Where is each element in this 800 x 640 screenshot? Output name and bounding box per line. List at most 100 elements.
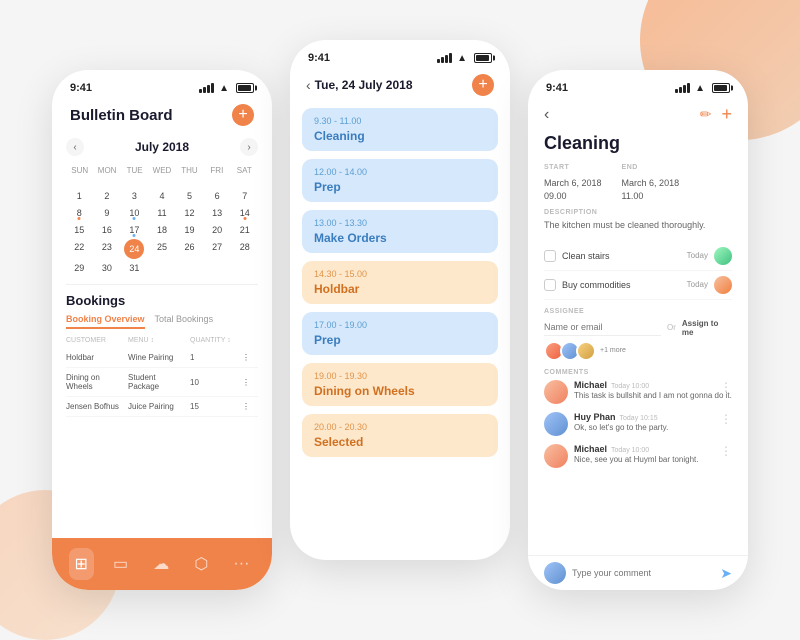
battery-2 <box>474 53 492 63</box>
assignee-avatar-1 <box>714 247 732 265</box>
list-item[interactable]: 19.00 - 19.30 Dining on Wheels <box>302 363 498 406</box>
battery-icon-1 <box>236 83 254 93</box>
comment-avatar-michael1 <box>544 380 568 404</box>
end-time: 11.00 <box>622 191 680 201</box>
bottom-nav: ⊞ ▭ ☁ ⬡ ··· <box>52 538 272 590</box>
schedule-list: 9.30 - 11.00 Cleaning 12.00 - 14.00 Prep… <box>290 108 510 457</box>
calendar-prev-button[interactable]: ‹ <box>66 138 84 156</box>
start-time: 09.00 <box>544 191 602 201</box>
signal-bar-2 <box>203 87 206 93</box>
nav-more-icon[interactable]: ··· <box>227 549 255 579</box>
time-2: 9:41 <box>308 52 330 64</box>
detail-back-button[interactable]: ‹ <box>544 106 549 124</box>
calendar-days: 1 2 3 4 5 6 7 8 9 10 11 12 13 14 15 <box>66 181 258 276</box>
list-item[interactable]: 17.00 - 19.00 Prep <box>302 312 498 355</box>
comment-avatar-huy <box>544 412 568 436</box>
status-bar-3: 9:41 ▲ <box>528 70 748 100</box>
booking-table-header: CUSTOMER MENU ↕ QUANTITY ↕ <box>66 337 258 344</box>
detail-meta: START March 6, 2018 09.00 END March 6, 2… <box>544 164 732 201</box>
detail-header: ‹ ✏ + <box>528 100 748 133</box>
status-icons-3: ▲ <box>675 83 730 94</box>
comment-item: Michael Today 10:00 Nice, see you at Huy… <box>544 444 732 468</box>
checklist-item: Buy commodities Today <box>544 271 732 300</box>
calendar-month: July 2018 <box>135 140 189 154</box>
nav-home-icon[interactable]: ⊞ <box>69 548 94 580</box>
task-title: Cleaning <box>544 133 732 154</box>
status-bar-1: 9:41 ▲ <box>52 70 272 100</box>
checkbox-clean-stairs[interactable] <box>544 250 556 262</box>
signal-bar-1 <box>199 89 202 93</box>
calendar-next-button[interactable]: › <box>240 138 258 156</box>
table-row: Dining on Wheels Student Package 10 ⋮ <box>66 368 258 397</box>
list-item[interactable]: 14.30 - 15.00 Holdbar <box>302 261 498 304</box>
schedule-back-button[interactable]: ‹ <box>306 77 311 93</box>
start-label: START <box>544 164 602 171</box>
nav-monitor-icon[interactable]: ▭ <box>107 548 134 580</box>
end-date-group: END March 6, 2018 11.00 <box>622 164 680 201</box>
bulletin-add-button[interactable]: + <box>232 104 254 126</box>
comment-menu-2[interactable]: ⋮ <box>720 412 732 426</box>
tab-total-bookings[interactable]: Total Bookings <box>155 314 214 329</box>
send-button[interactable]: ➤ <box>720 565 732 582</box>
current-user-avatar <box>544 562 566 584</box>
assignee-avatar-2 <box>714 276 732 294</box>
or-text: Or <box>667 323 676 332</box>
assignee-input-row: Or Assign to me <box>544 319 732 337</box>
status-bar-2: 9:41 ▲ <box>290 40 510 70</box>
assignee-label: ASSIGNEE <box>544 308 732 315</box>
comment-menu-1[interactable]: ⋮ <box>720 380 732 394</box>
phones-container: 9:41 ▲ Bulletin Board + ‹ <box>0 20 800 600</box>
comment-input-row: ➤ <box>528 555 748 590</box>
list-item[interactable]: 9.30 - 11.00 Cleaning <box>302 108 498 151</box>
bulletin-header: Bulletin Board + <box>52 100 272 134</box>
comment-menu-3[interactable]: ⋮ <box>720 444 732 458</box>
calendar-nav: ‹ July 2018 › <box>66 134 258 164</box>
comment-item: Huy Phan Today 10:15 Ok, so let's go to … <box>544 412 732 436</box>
divider-1 <box>66 284 258 285</box>
detail-actions: ✏ + <box>700 104 732 125</box>
schedule-add-button[interactable]: + <box>472 74 494 96</box>
schedule-date: Tue, 24 July 2018 <box>315 78 413 92</box>
more-count: +1 more <box>600 341 626 361</box>
phone-bulletin-board: 9:41 ▲ Bulletin Board + ‹ <box>52 70 272 590</box>
phone-task-detail: 9:41 ▲ ‹ ✏ + Cleaning <box>528 70 748 590</box>
comment-input[interactable] <box>572 568 714 578</box>
comment-avatar-michael2 <box>544 444 568 468</box>
edit-icon[interactable]: ✏ <box>700 106 712 123</box>
list-item[interactable]: 20.00 - 20.30 Selected <box>302 414 498 457</box>
tab-booking-overview[interactable]: Booking Overview <box>66 314 145 329</box>
signal-bar-4 <box>211 83 214 93</box>
table-row: Jensen Bofhus Juice Pairing 15 ⋮ <box>66 397 258 417</box>
wifi-icon-1: ▲ <box>219 83 229 94</box>
calendar-today[interactable]: 24 <box>124 239 144 259</box>
desc-label: DESCRIPTION <box>544 209 732 216</box>
list-item[interactable]: 13.00 - 13.30 Make Orders <box>302 210 498 253</box>
calendar-days-header: SUN MON TUE WED THU FRI SAT <box>66 164 258 177</box>
bulletin-title: Bulletin Board <box>70 107 173 124</box>
nav-hex-icon[interactable]: ⬡ <box>188 548 214 580</box>
end-date: March 6, 2018 <box>622 178 680 188</box>
assignee-input[interactable] <box>544 319 661 336</box>
time-1: 9:41 <box>70 82 92 94</box>
add-icon[interactable]: + <box>721 104 732 125</box>
booking-tabs: Booking Overview Total Bookings <box>66 314 258 329</box>
nav-cloud-icon[interactable]: ☁ <box>147 548 175 580</box>
schedule-header: ‹ Tue, 24 July 2018 + <box>290 70 510 108</box>
task-description: The kitchen must be cleaned thoroughly. <box>544 219 732 232</box>
assignee-av3 <box>576 341 596 361</box>
phone-schedule: 9:41 ▲ ‹ Tue, 24 July 2018 + 9.30 <box>290 40 510 560</box>
assign-me-button[interactable]: Assign to me <box>682 319 732 337</box>
comment-item: Michael Today 10:00 This task is bullshi… <box>544 380 732 404</box>
time-3: 9:41 <box>546 82 568 94</box>
bookings-section: Bookings Booking Overview Total Bookings… <box>52 293 272 417</box>
calendar: ‹ July 2018 › SUN MON TUE WED THU FRI SA… <box>52 134 272 284</box>
end-label: END <box>622 164 680 171</box>
bookings-title: Bookings <box>66 293 258 308</box>
list-item[interactable]: 12.00 - 14.00 Prep <box>302 159 498 202</box>
start-date: March 6, 2018 <box>544 178 602 188</box>
checklist-item: Clean stairs Today <box>544 242 732 271</box>
battery-3 <box>712 83 730 93</box>
checkbox-buy-commodities[interactable] <box>544 279 556 291</box>
comments-label: COMMENTS <box>544 369 732 376</box>
calendar-grid: SUN MON TUE WED THU FRI SAT 1 2 3 4 5 <box>66 164 258 276</box>
